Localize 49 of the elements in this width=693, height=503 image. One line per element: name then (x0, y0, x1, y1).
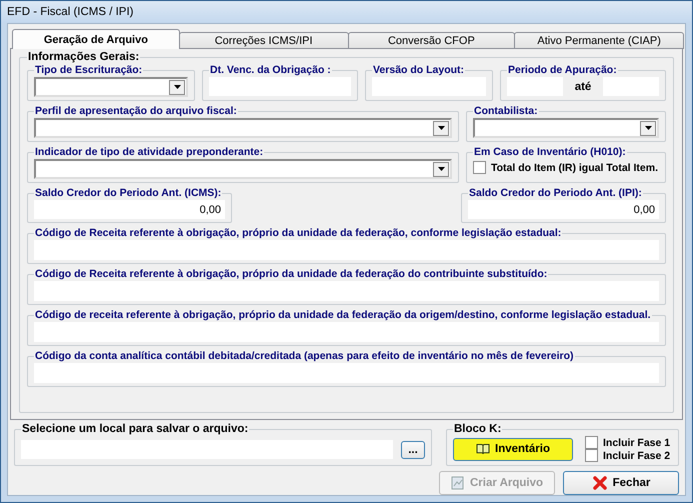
field-label: Indicador de tipo de atividade preponderante: (34, 146, 264, 159)
checkbox-option[interactable]: Total do Item (IR) igual Total Item. (473, 159, 659, 176)
tab[interactable]: Geração de Arquivo (12, 29, 180, 49)
field-label: Versão do Layout: (372, 64, 466, 77)
dropdown-field[interactable] (473, 118, 659, 138)
field-label: Em Caso de Inventário (H010): (473, 146, 627, 159)
input-field[interactable]: 0,00 (34, 200, 225, 219)
dropdown-arrow-icon (438, 167, 444, 171)
checkbox[interactable] (473, 161, 486, 174)
document-chart-icon (450, 476, 465, 490)
field-label: Contabilista: (473, 105, 539, 118)
group-title: Informações Gerais: (27, 51, 140, 64)
group-title: Selecione um local para salvar o arquivo: (21, 423, 250, 436)
field-label: Código de receita referente à obrigação, próprio da unidade da federação da origem/destino, conforme legislação estadual. (34, 309, 652, 322)
dropdown-field[interactable] (34, 159, 452, 179)
group-title: Bloco K: (453, 423, 502, 436)
dropdown-arrow-icon (438, 126, 444, 130)
field-label: Tipo de Escrituração: (34, 64, 144, 77)
field-label: Saldo Credor do Periodo Ant. (ICMS): (34, 187, 222, 200)
dropdown-arrow-icon (174, 85, 180, 89)
field-label: Perfil de apresentação do arquivo fiscal: (34, 105, 238, 118)
action-button[interactable]: Fechar (563, 471, 679, 495)
field-label: Dt. Venc. da Obrigação : (209, 64, 332, 77)
checkbox-option[interactable]: Incluir Fase 1 (585, 436, 670, 449)
tab[interactable]: Correções ICMS/IPI (178, 32, 348, 49)
tab[interactable]: Conversão CFOP (348, 32, 516, 49)
dropdown-button[interactable] (433, 162, 449, 176)
field-label: Saldo Credor do Periodo Ant. (IPI): (468, 187, 643, 200)
field-label: Código de Receita referente à obrigação, próprio da unidade da federação do contribuinte substituído: (34, 268, 548, 281)
dropdown-button[interactable] (433, 120, 449, 136)
window-title: EFD - Fiscal (ICMS / IPI) (7, 6, 134, 18)
browse-button[interactable]: ... (401, 440, 425, 458)
checkbox[interactable] (585, 449, 598, 462)
field-label: Periodo de Apuração: (507, 64, 618, 77)
input-field[interactable]: 0,00 (468, 200, 659, 219)
dropdown-field[interactable] (34, 118, 452, 138)
inventory-button[interactable]: Inventário (453, 438, 573, 460)
book-icon (476, 443, 490, 455)
checkbox[interactable] (585, 436, 598, 449)
dropdown-button[interactable] (640, 120, 656, 136)
field-label: Código de Receita referente à obrigação, próprio da unidade da federação, conforme legislação estadual: (34, 227, 562, 240)
dropdown-button[interactable] (169, 80, 185, 94)
dropdown-field[interactable] (34, 77, 188, 97)
dropdown-arrow-icon (644, 126, 652, 130)
range-separator: até (574, 80, 592, 92)
field-label: Código da conta analítica contábil debitada/creditada (apenas para efeito de inventário no mês de fevereiro) (34, 350, 575, 363)
close-icon (592, 475, 608, 491)
checkbox-option[interactable]: Incluir Fase 2 (585, 449, 670, 462)
tab[interactable]: Ativo Permanente (CIAP) (514, 32, 684, 49)
